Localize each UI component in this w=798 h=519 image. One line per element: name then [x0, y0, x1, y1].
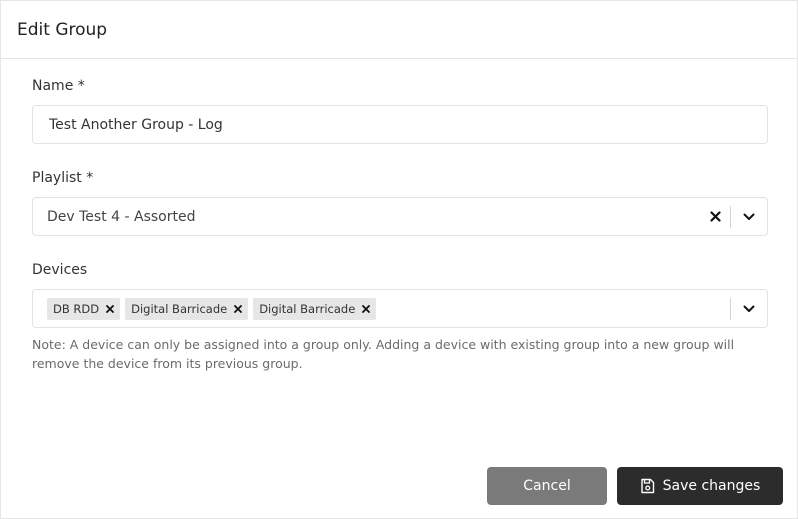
name-input[interactable]	[32, 105, 768, 144]
devices-note: Note: A device can only be assigned into…	[32, 337, 735, 371]
device-tag-remove-button[interactable]	[234, 304, 243, 313]
chevron-down-icon	[743, 213, 755, 220]
device-tag-remove-button[interactable]	[106, 304, 115, 313]
save-icon	[640, 478, 654, 494]
close-icon	[362, 304, 371, 313]
close-icon	[709, 211, 721, 222]
name-label: Name *	[32, 78, 85, 94]
playlist-clear-button[interactable]	[700, 198, 730, 235]
device-tag-label: Digital Barricade	[259, 301, 356, 316]
device-tag-remove-button[interactable]	[362, 304, 371, 313]
playlist-selected-value: Dev Test 4 - Assorted	[47, 208, 196, 225]
playlist-dropdown-button[interactable]	[731, 198, 767, 235]
chevron-down-icon	[743, 305, 755, 312]
cancel-button[interactable]: Cancel	[487, 467, 607, 505]
dialog-header: Edit Group	[1, 1, 797, 59]
save-changes-label: Save changes	[662, 478, 761, 494]
devices-multiselect[interactable]: DB RDD Digital Barricade Digital Barrica…	[32, 289, 768, 328]
close-icon	[234, 304, 243, 313]
devices-tag-list: DB RDD Digital Barricade Digital Barrica…	[33, 297, 730, 320]
dialog-title: Edit Group	[17, 19, 108, 40]
playlist-label: Playlist *	[32, 170, 94, 186]
save-changes-button[interactable]: Save changes	[617, 467, 783, 505]
device-tag: Digital Barricade	[125, 297, 249, 320]
edit-group-dialog: Edit Group Name * Playlist * Dev Test 4 …	[0, 0, 798, 519]
playlist-select[interactable]: Dev Test 4 - Assorted	[32, 197, 768, 236]
device-tag-label: Digital Barricade	[131, 301, 228, 316]
device-tag: DB RDD	[47, 297, 121, 320]
devices-dropdown-button[interactable]	[731, 290, 767, 327]
devices-label: Devices	[32, 262, 88, 278]
device-tag: Digital Barricade	[253, 297, 377, 320]
device-tag-label: DB RDD	[53, 301, 100, 316]
close-icon	[106, 304, 115, 313]
